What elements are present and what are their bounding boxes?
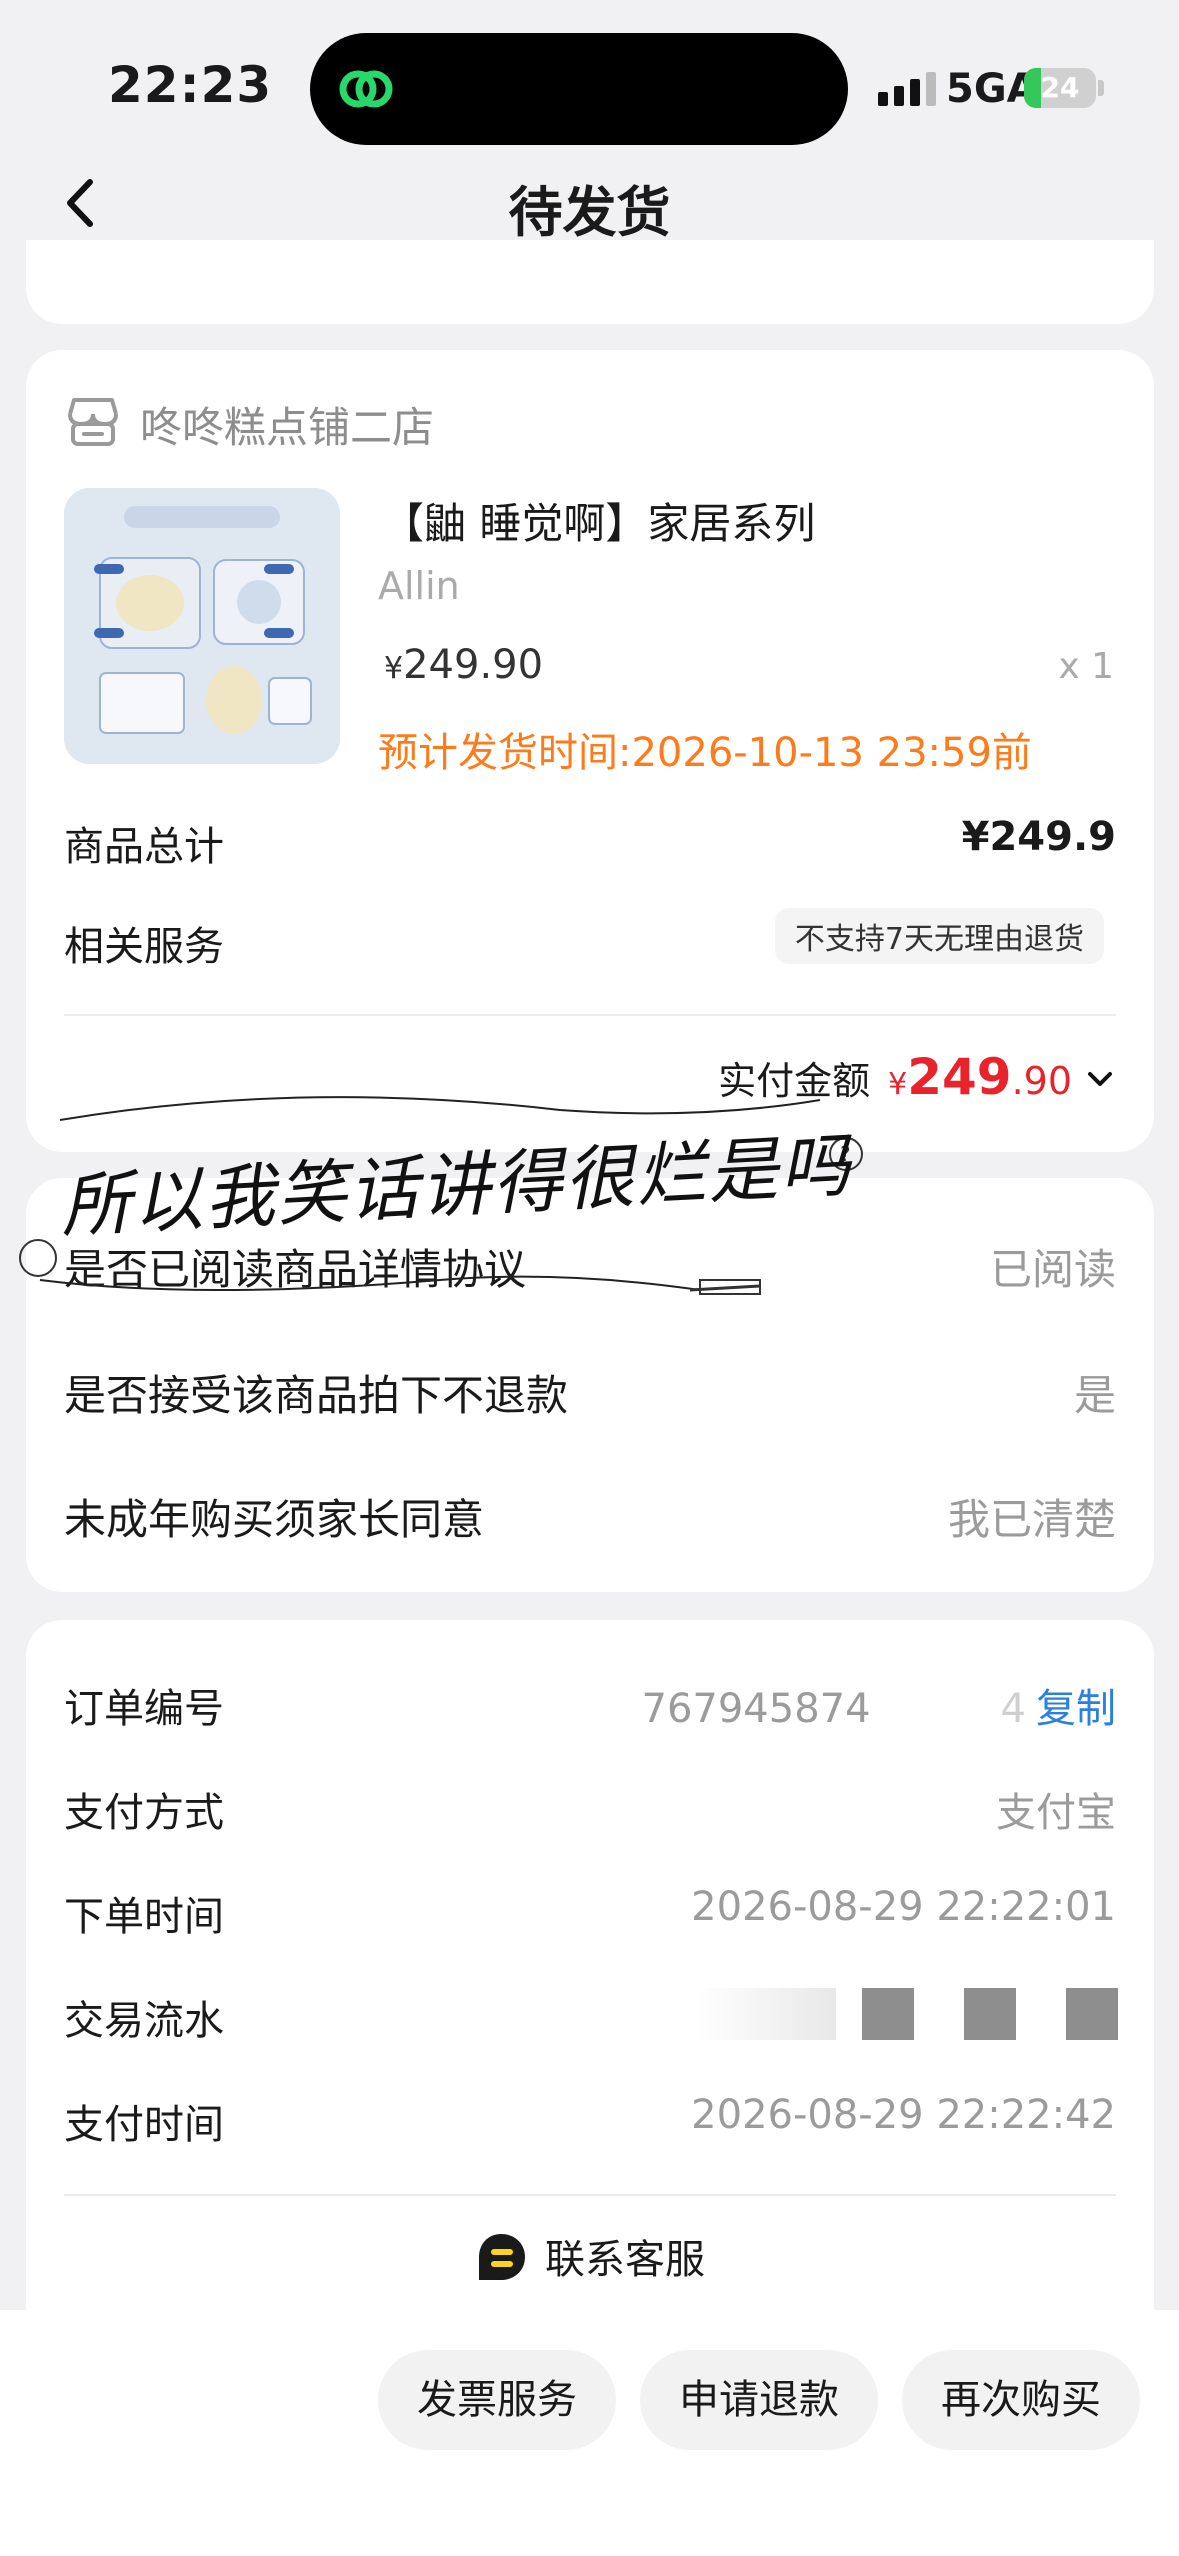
status-bar: 22:23 5GA 24 bbox=[0, 0, 1179, 160]
service-label: 相关服务 bbox=[64, 924, 224, 970]
invoice-button[interactable]: 发票服务 bbox=[378, 2350, 616, 2450]
refund-button[interactable]: 申请退款 bbox=[640, 2350, 878, 2450]
ship-time: 预计发货时间:2026-10-13 23:59前 bbox=[378, 730, 1032, 776]
agreement-label: 是否接受该商品拍下不退款 bbox=[64, 1371, 569, 1420]
service-row: 相关服务 不支持7天无理由退货 bbox=[64, 908, 1116, 970]
order-info-card: 订单编号 767945874 4 复制 支付方式 支付宝 下单时间 2026-08-… bbox=[26, 1620, 1154, 2320]
battery-icon: 24 bbox=[1024, 68, 1096, 108]
bottom-action-bar: 发票服务 申请退款 再次购买 bbox=[0, 2310, 1179, 2556]
agreement-value: 我已清楚 bbox=[947, 1495, 1116, 1544]
agreement-row: 是否已阅读商品详情协议 已阅读 bbox=[64, 1236, 1116, 1296]
paid-time-row: 支付时间 2026-08-29 22:22:42 bbox=[64, 2092, 1116, 2152]
price-currency: ¥ bbox=[384, 651, 404, 686]
order-number-row: 订单编号 767945874 4 复制 bbox=[64, 1676, 1116, 1736]
created-time-label: 下单时间 bbox=[64, 1894, 224, 1940]
order-number-label: 订单编号 bbox=[64, 1686, 224, 1732]
product-sku: Allin bbox=[378, 564, 460, 608]
total-value: ¥249.9 bbox=[961, 814, 1116, 860]
divider bbox=[64, 2194, 1116, 2196]
paid-amount-row[interactable]: 实付金额 ¥249.90 bbox=[718, 1048, 1114, 1108]
total-label: 商品总计 bbox=[64, 824, 224, 870]
dynamic-island bbox=[310, 33, 848, 145]
customer-service-button[interactable]: 联系客服 bbox=[475, 2230, 705, 2290]
product-title[interactable]: 【鼬 睡觉啊】家居系列 bbox=[382, 490, 815, 551]
chat-icon bbox=[479, 2234, 525, 2280]
product-quantity: x 1 bbox=[1058, 646, 1114, 687]
link-app-icon bbox=[339, 70, 393, 108]
agreement-card: 是否已阅读商品详情协议 已阅读 是否接受该商品拍下不退款 是 未成年购买须家长同… bbox=[26, 1178, 1154, 1592]
serial-label: 交易流水 bbox=[64, 1998, 224, 2044]
address-card bbox=[26, 240, 1154, 324]
product-card: 咚咚糕点铺二店 【鼬 睡觉啊】家居系列 Allin ¥249.90 x 1 预计… bbox=[26, 350, 1154, 1152]
status-time: 22:23 bbox=[108, 56, 273, 114]
price-value: 249.90 bbox=[403, 642, 544, 688]
customer-service-label: 联系客服 bbox=[545, 2237, 705, 2283]
order-number: 767945874 bbox=[641, 1686, 871, 1732]
paid-integer: 249 bbox=[907, 1048, 1012, 1106]
product-image[interactable] bbox=[64, 488, 340, 764]
agreement-row: 是否接受该商品拍下不退款 是 bbox=[64, 1362, 1116, 1422]
paid-time-label: 支付时间 bbox=[64, 2102, 224, 2148]
paid-decimal: .90 bbox=[1011, 1059, 1072, 1103]
serial-row: 交易流水 bbox=[64, 1988, 1118, 2048]
page-title: 待发货 bbox=[508, 181, 671, 244]
chevron-down-icon[interactable] bbox=[1086, 1068, 1114, 1090]
signal-icon bbox=[878, 72, 936, 106]
agreement-row: 未成年购买须家长同意 我已清楚 bbox=[64, 1486, 1116, 1546]
agreement-label: 未成年购买须家长同意 bbox=[64, 1495, 485, 1544]
copy-button[interactable]: 复制 bbox=[1036, 1686, 1116, 1732]
redacted-serial bbox=[696, 1988, 1118, 2042]
rebuy-button[interactable]: 再次购买 bbox=[902, 2350, 1140, 2450]
payment-method-row: 支付方式 支付宝 bbox=[64, 1780, 1116, 1840]
paid-label: 实付金额 bbox=[718, 1059, 871, 1103]
total-row: 商品总计 ¥249.9 bbox=[64, 808, 1116, 870]
paid-time-value: 2026-08-29 22:22:42 bbox=[691, 2092, 1116, 2138]
payment-method-label: 支付方式 bbox=[64, 1790, 224, 1836]
agreement-value: 是 bbox=[1073, 1371, 1116, 1420]
agreement-value: 已阅读 bbox=[989, 1245, 1116, 1294]
service-tag: 不支持7天无理由退货 bbox=[774, 908, 1104, 964]
customer-service-row[interactable]: 联系客服 bbox=[26, 2230, 1154, 2300]
shop-name: 咚咚糕点铺二店 bbox=[140, 403, 435, 452]
battery-tip bbox=[1098, 80, 1104, 96]
battery-percent: 24 bbox=[1040, 71, 1080, 104]
created-time-value: 2026-08-29 22:22:01 bbox=[691, 1884, 1116, 1930]
product-price: ¥249.90 bbox=[384, 642, 543, 688]
store-icon bbox=[68, 398, 118, 446]
paid-currency: ¥ bbox=[888, 1067, 908, 1102]
order-number-tail: 4 bbox=[1000, 1686, 1026, 1732]
divider bbox=[64, 1014, 1116, 1016]
agreement-label: 是否已阅读商品详情协议 bbox=[64, 1245, 527, 1294]
payment-method-value: 支付宝 bbox=[996, 1790, 1116, 1836]
order-number-value: 767945874 4 复制 bbox=[642, 1676, 1117, 1734]
created-time-row: 下单时间 2026-08-29 22:22:01 bbox=[64, 1884, 1116, 1944]
